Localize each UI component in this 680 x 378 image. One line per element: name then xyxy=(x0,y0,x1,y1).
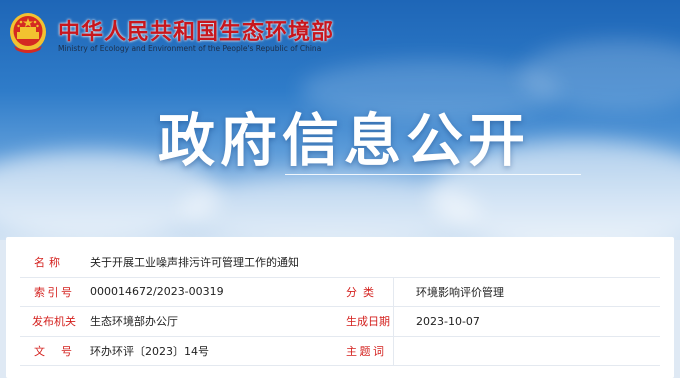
page-title: 政府信息公开 xyxy=(158,108,530,174)
category-value: 环境影响评价管理 xyxy=(396,277,660,307)
info-row-name: 名称 关于开展工业噪声排污许可管理工作的通知 xyxy=(20,248,660,278)
info-row-docno: 文号 环办环评〔2023〕14号 主题词 xyxy=(20,336,660,366)
issuer-label: 发布机关 xyxy=(20,306,79,337)
date-value: 2023-10-07 xyxy=(396,306,660,337)
site-header: 中华人民共和国生态环境部 Ministry of Ecology and Env… xyxy=(0,0,680,66)
ministry-name-cn[interactable]: 中华人民共和国生态环境部 xyxy=(58,14,334,46)
name-label: 名称 xyxy=(34,256,60,270)
document-info-table: 名称 关于开展工业噪声排污许可管理工作的通知 索引号 000014672/202… xyxy=(20,248,660,366)
date-label: 生成日期 xyxy=(334,306,393,337)
title-underline xyxy=(285,174,581,175)
index-label: 索引号 xyxy=(34,285,72,299)
national-emblem-icon[interactable] xyxy=(8,10,48,54)
index-value: 000014672/2023-00319 xyxy=(79,277,334,307)
info-row-issuer: 发布机关 生态环境部办公厅 生成日期 2023-10-07 xyxy=(20,306,660,337)
subject-value xyxy=(396,336,660,366)
issuer-value: 生态环境部办公厅 xyxy=(79,306,334,337)
subject-label: 主题词 xyxy=(346,344,384,358)
info-row-index: 索引号 000014672/2023-00319 分类 环境影响评价管理 xyxy=(20,277,660,307)
ministry-name-en: Ministry of Ecology and Environment of t… xyxy=(58,44,322,53)
name-value: 关于开展工业噪声排污许可管理工作的通知 xyxy=(79,248,660,278)
category-label: 分类 xyxy=(346,285,374,299)
docno-label: 文号 xyxy=(34,344,72,358)
docno-value: 环办环评〔2023〕14号 xyxy=(79,336,334,366)
